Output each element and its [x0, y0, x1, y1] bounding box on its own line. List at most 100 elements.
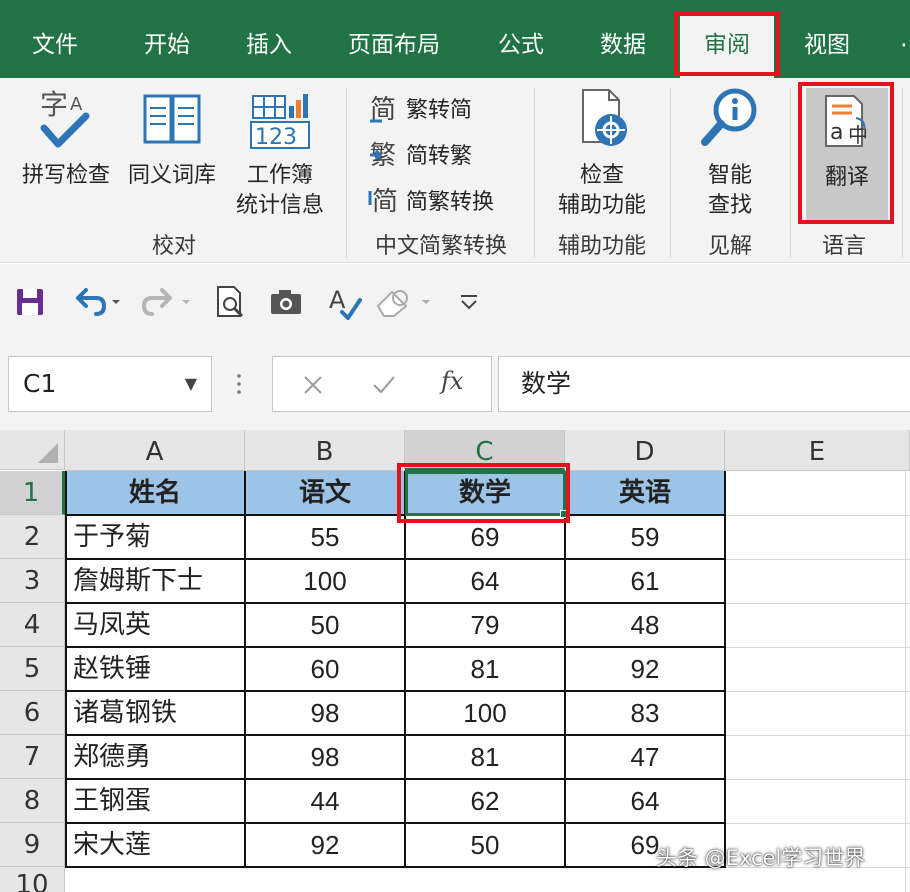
column-header-b[interactable]: B: [245, 430, 405, 471]
ribbon-tab-bar: 文件 开始 插入 页面布局 公式 数据 审阅 视图 ⋯: [0, 0, 910, 78]
cell-c7[interactable]: 81: [405, 735, 565, 779]
cell-c3[interactable]: 64: [405, 559, 565, 603]
cell-a8[interactable]: 王钢蛋: [65, 779, 245, 823]
row-header-3[interactable]: 3: [0, 559, 65, 603]
cell-c5[interactable]: 81: [405, 647, 565, 691]
workbook-statistics-label-1: 工作簿: [246, 163, 313, 188]
enter-checkmark-icon[interactable]: [371, 373, 397, 397]
workbook-statistics-label-2: 统计信息: [235, 193, 324, 218]
tab-data[interactable]: 数据: [600, 0, 646, 78]
tab-view[interactable]: 视图: [804, 0, 850, 78]
traditional-to-simplified-label: 繁转简: [406, 98, 473, 123]
worksheet-grid: A B C D E 1 2 3 4 5 6 7 8 9 10 姓名 语文 数学 …: [0, 430, 910, 892]
cancel-icon[interactable]: [301, 373, 325, 397]
customize-toolbar-button[interactable]: [456, 282, 482, 322]
cell-d1[interactable]: 英语: [565, 471, 725, 515]
gridline: [725, 691, 910, 692]
tab-overflow[interactable]: ⋯: [900, 0, 910, 78]
spelling-button[interactable]: A: [326, 282, 362, 322]
cell-a1[interactable]: 姓名: [65, 471, 245, 515]
row-header-1[interactable]: 1: [0, 471, 65, 515]
tab-home[interactable]: 开始: [144, 0, 190, 78]
smart-lookup-icon: [701, 88, 757, 146]
column-header-a[interactable]: A: [65, 430, 245, 471]
cell-a7[interactable]: 郑德勇: [65, 735, 245, 779]
row-header-6[interactable]: 6: [0, 691, 65, 735]
cell-d6[interactable]: 83: [565, 691, 725, 735]
cell-a5[interactable]: 赵铁锤: [65, 647, 245, 691]
format-painter-button[interactable]: [374, 282, 440, 322]
thesaurus-button[interactable]: 同义词库: [122, 86, 222, 191]
tab-insert[interactable]: 插入: [246, 0, 292, 78]
select-all-corner[interactable]: [0, 430, 65, 470]
group-separator: [534, 88, 535, 258]
traditional-to-simplified-button[interactable]: 简 繁转简: [368, 88, 472, 128]
row-header-7[interactable]: 7: [0, 735, 65, 779]
cell-d3[interactable]: 61: [565, 559, 725, 603]
cell-c2[interactable]: 69: [405, 515, 565, 559]
translate-button[interactable]: a 中 翻译: [806, 92, 888, 193]
convert-chinese-button[interactable]: 简 简繁转换: [368, 180, 494, 220]
smart-lookup-button[interactable]: 智能 查找: [682, 86, 778, 221]
row-header-5[interactable]: 5: [0, 647, 65, 691]
column-header-d[interactable]: D: [565, 430, 725, 471]
cell-b2[interactable]: 55: [245, 515, 405, 559]
camera-button[interactable]: [268, 282, 304, 322]
save-button[interactable]: [14, 282, 46, 322]
cell-a6[interactable]: 诸葛钢铁: [65, 691, 245, 735]
row-header-2[interactable]: 2: [0, 515, 65, 559]
cell-d2[interactable]: 59: [565, 515, 725, 559]
spell-check-icon: 字 A: [40, 88, 90, 148]
print-preview-button[interactable]: [212, 282, 248, 322]
row-header-9[interactable]: 9: [0, 823, 65, 867]
cell-c6[interactable]: 100: [405, 691, 565, 735]
cell-a3[interactable]: 詹姆斯下士: [65, 559, 245, 603]
undo-button[interactable]: [70, 282, 126, 322]
row-header-4[interactable]: 4: [0, 603, 65, 647]
formula-input[interactable]: 数学: [498, 356, 910, 412]
tab-file[interactable]: 文件: [32, 0, 78, 78]
row-header-8[interactable]: 8: [0, 779, 65, 823]
fill-handle[interactable]: [560, 510, 568, 518]
cell-b1[interactable]: 语文: [245, 471, 405, 515]
cell-c9[interactable]: 50: [405, 823, 565, 867]
cell-d7[interactable]: 47: [565, 735, 725, 779]
table-border: [65, 778, 726, 780]
formula-bar-splitter[interactable]: [236, 368, 242, 398]
cell-c4[interactable]: 79: [405, 603, 565, 647]
cell-d8[interactable]: 64: [565, 779, 725, 823]
cell-b7[interactable]: 98: [245, 735, 405, 779]
redo-icon: [141, 288, 190, 316]
cell-b9[interactable]: 92: [245, 823, 405, 867]
cell-b6[interactable]: 98: [245, 691, 405, 735]
gridline: [725, 603, 910, 604]
cell-c8[interactable]: 62: [405, 779, 565, 823]
simplified-to-traditional-button[interactable]: 繁 简转繁: [368, 134, 472, 174]
insert-function-icon[interactable]: fx: [441, 367, 463, 395]
cell-b3[interactable]: 100: [245, 559, 405, 603]
gridline: [725, 735, 910, 736]
name-box-value: C1: [23, 369, 57, 398]
column-header-e[interactable]: E: [725, 430, 910, 471]
redo-button[interactable]: [140, 282, 196, 322]
check-accessibility-button[interactable]: 检查 辅助功能: [548, 86, 656, 221]
check-accessibility-label-1: 检查: [579, 163, 624, 188]
workbook-statistics-button[interactable]: 123 工作簿 统计信息: [228, 86, 332, 221]
name-box[interactable]: C1 ▼: [8, 356, 212, 412]
gridline: [905, 471, 906, 892]
tab-review[interactable]: 审阅: [680, 14, 774, 78]
cell-a4[interactable]: 马凤英: [65, 603, 245, 647]
tab-formulas[interactable]: 公式: [498, 0, 544, 78]
cell-b5[interactable]: 60: [245, 647, 405, 691]
cell-d4[interactable]: 48: [565, 603, 725, 647]
spell-check-button[interactable]: 字 A 拼写检查: [16, 86, 116, 191]
cell-d5[interactable]: 92: [565, 647, 725, 691]
row-header-10[interactable]: 10: [0, 867, 65, 892]
tab-page-layout[interactable]: 页面布局: [348, 0, 440, 78]
cell-a9[interactable]: 宋大莲: [65, 823, 245, 867]
cell-b8[interactable]: 44: [245, 779, 405, 823]
cell-b4[interactable]: 50: [245, 603, 405, 647]
cell-a2[interactable]: 于予菊: [65, 515, 245, 559]
name-box-dropdown-icon[interactable]: ▼: [185, 357, 197, 411]
column-header-c[interactable]: C: [405, 430, 565, 471]
